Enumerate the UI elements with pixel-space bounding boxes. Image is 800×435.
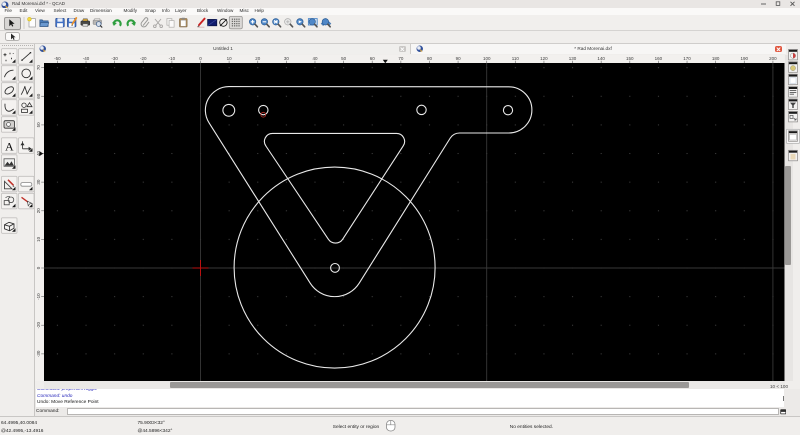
svg-text:150: 150	[626, 56, 634, 61]
svg-text:70: 70	[398, 56, 404, 61]
svg-text:-10: -10	[169, 56, 176, 61]
svg-text:60: 60	[36, 93, 41, 99]
svg-text:20: 20	[255, 56, 261, 61]
svg-text:80: 80	[427, 56, 433, 61]
svg-text:160: 160	[655, 56, 663, 61]
svg-text:170: 170	[683, 56, 691, 61]
svg-text:40: 40	[312, 56, 318, 61]
svg-text:60: 60	[370, 56, 376, 61]
svg-text:-20: -20	[140, 56, 147, 61]
svg-text:100: 100	[483, 56, 491, 61]
svg-text:30: 30	[36, 179, 41, 185]
svg-text:200: 200	[769, 56, 777, 61]
svg-text:90: 90	[456, 56, 462, 61]
svg-text:30: 30	[284, 56, 290, 61]
svg-text:-10: -10	[36, 293, 41, 300]
svg-text:140: 140	[597, 56, 605, 61]
svg-text:10: 10	[36, 236, 41, 242]
svg-text:50: 50	[341, 56, 347, 61]
svg-text:180: 180	[712, 56, 720, 61]
svg-text:50: 50	[36, 122, 41, 128]
svg-text:10: 10	[227, 56, 233, 61]
svg-text:190: 190	[741, 56, 749, 61]
svg-text:20: 20	[36, 208, 41, 214]
svg-text:A: A	[5, 139, 14, 153]
svg-text:70: 70	[36, 65, 41, 71]
svg-text:-50: -50	[54, 56, 61, 61]
svg-text:-30: -30	[111, 56, 118, 61]
svg-text:-20: -20	[36, 321, 41, 328]
svg-text:-30: -30	[36, 350, 41, 357]
svg-text:130: 130	[569, 56, 577, 61]
svg-text:-40: -40	[83, 56, 90, 61]
svg-text:120: 120	[540, 56, 548, 61]
svg-text:110: 110	[512, 56, 520, 61]
